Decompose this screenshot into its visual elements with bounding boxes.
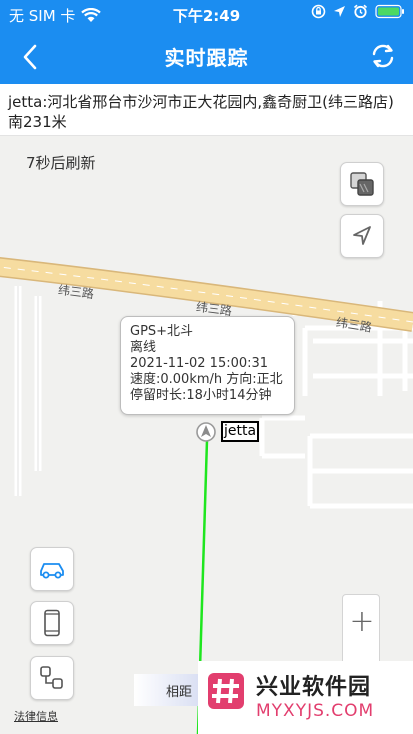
vehicle-view-button[interactable] — [30, 547, 74, 591]
zoom-in-button[interactable]: + — [343, 595, 381, 647]
alarm-icon — [353, 4, 368, 19]
popup-time: 2021-11-02 15:00:31 — [130, 356, 269, 371]
vehicle-info-popup: GPS+北斗 离线 2021-11-02 15:00:31 速度:0.00km/… — [120, 316, 295, 415]
distance-bar: 相距 — [134, 674, 204, 706]
status-right — [311, 4, 405, 19]
page-title: 实时跟踪 — [164, 46, 249, 70]
vehicle-address: jetta:河北省邢台市沙河市正大花园内,鑫奇厨卫(纬三路店)南231米 — [0, 84, 413, 136]
distance-label: 相距 — [166, 684, 193, 700]
map-view[interactable]: 纬三路 纬三路 纬三路 7秒后刷新 GPS+北斗 离线 2021-11-02 1… — [0, 136, 413, 734]
car-icon — [40, 563, 64, 579]
watermark-title: 兴业软件园 — [256, 675, 372, 700]
watermark-url: MYXYJS.COM — [256, 701, 375, 721]
phone-icon — [44, 609, 60, 637]
app-root: 无 SIM 卡 下午2:49 实时跟踪 jetta:河北省邢台市沙河市正大花园内… — [0, 0, 413, 734]
popup-status: 离线 — [130, 340, 157, 355]
nav-bar: 实时跟踪 — [0, 28, 413, 84]
orientation-lock-icon — [311, 4, 326, 19]
vehicle-label: jetta — [221, 421, 260, 442]
status-bar: 无 SIM 卡 下午2:49 — [0, 0, 413, 28]
route-nodes-icon — [40, 666, 63, 689]
popup-speed-direction: 速度:0.00km/h 方向:正北 — [130, 372, 283, 387]
locate-button[interactable] — [340, 214, 384, 258]
popup-stay-duration: 停留时长:18小时14分钟 — [130, 388, 272, 403]
battery-icon — [375, 4, 404, 19]
phone-view-button[interactable] — [30, 601, 74, 645]
vehicle-marker[interactable] — [196, 422, 216, 442]
location-arrow-icon — [334, 6, 345, 17]
map-layer-button[interactable] — [340, 162, 384, 206]
zoom-control: + — [342, 594, 380, 670]
legal-info-link[interactable]: 法律信息 — [14, 708, 58, 724]
watermark: 兴业软件园 MYXYJS.COM — [198, 661, 413, 734]
watermark-logo — [208, 673, 244, 709]
popup-positioning: GPS+北斗 — [130, 324, 194, 339]
layers-icon — [350, 172, 374, 196]
refresh-icon — [372, 44, 394, 68]
refresh-button[interactable] — [363, 38, 403, 74]
navigation-arrow-icon — [353, 226, 371, 245]
header: 无 SIM 卡 下午2:49 实时跟踪 — [0, 0, 413, 84]
route-view-button[interactable] — [30, 656, 74, 700]
refresh-countdown: 7秒后刷新 — [26, 154, 96, 172]
